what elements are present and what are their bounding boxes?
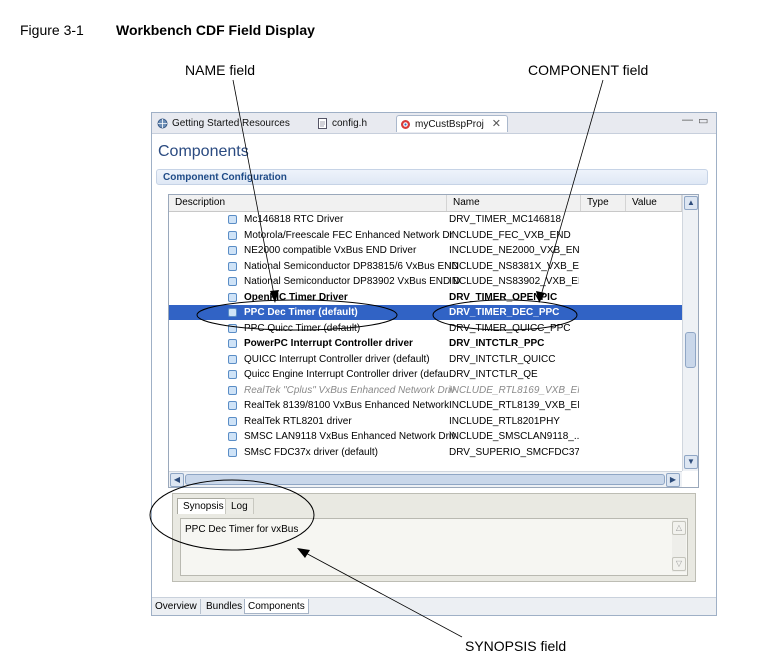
name-cell: INCLUDE_FEC_VXB_END	[449, 229, 571, 241]
table-row[interactable]: National Semiconductor DP83902 VxBus END…	[169, 274, 682, 289]
name-cell: DRV_TIMER_MC146818	[449, 214, 562, 225]
vertical-scrollbar[interactable]: ▲ ▼	[682, 195, 698, 471]
figure-number: Figure 3-1	[20, 22, 84, 38]
scrollbar-thumb[interactable]	[685, 332, 696, 368]
description-cell: SMSC LAN9118 VxBus Enhanced Network Driv	[244, 431, 457, 442]
table-row[interactable]: PPC Quicc Timer (default) DRV_TIMER_QUICC…	[169, 321, 682, 336]
name-field-callout: NAME field	[185, 62, 256, 78]
details-panel: Synopsis Log PPC Dec Timer for vxBus △ ▽	[172, 493, 696, 582]
tab-overview[interactable]: Overview	[152, 599, 201, 614]
editor-page-tabs: Overview Bundles Components	[152, 597, 716, 615]
name-cell: DRV_INTCTLR_PPC	[449, 338, 545, 349]
description-cell: National Semiconductor DP83815/6 VxBus E…	[244, 260, 459, 272]
figure-title: Workbench CDF Field Display	[116, 22, 315, 38]
tab-getting-started[interactable]: Getting Started Resources	[154, 115, 312, 132]
scroll-right-icon[interactable]: ▶	[666, 473, 680, 487]
column-header-value[interactable]: Value	[626, 195, 682, 211]
description-cell: PowerPC Interrupt Controller driver	[244, 338, 413, 349]
description-cell: Mc146818 RTC Driver	[244, 214, 344, 225]
table-row[interactable]: Quicc Engine Interrupt Controller driver…	[169, 367, 682, 382]
globe-icon	[157, 118, 168, 129]
editor-tab-bar: Getting Started Resources config.h myCus…	[152, 113, 716, 134]
table-row[interactable]: Mc146818 RTC Driver DRV_TIMER_MC146818	[169, 212, 682, 227]
description-cell: QUICC Interrupt Controller driver (defau…	[244, 353, 430, 365]
name-cell: INCLUDE_NE2000_VXB_END	[449, 245, 579, 256]
table-row[interactable]: National Semiconductor DP83815/6 VxBus E…	[169, 259, 682, 274]
table-row[interactable]: RealTek RTL8201 driver INCLUDE_RTL8201PHY	[169, 414, 682, 429]
column-header-type[interactable]: Type	[581, 195, 626, 211]
description-cell: National Semiconductor DP83902 VxBus END…	[244, 276, 461, 287]
section-header[interactable]: Component Configuration	[156, 169, 708, 185]
description-cell: RealTek "Cplus" VxBus Enhanced Network D…	[244, 384, 456, 396]
tab-label: config.h	[332, 118, 368, 129]
name-cell: DRV_TIMER_QUICC_PPC	[449, 322, 571, 334]
name-cell: INCLUDE_NS8381X_VXB_END	[449, 260, 579, 272]
table-row[interactable]: OpenPIC Timer Driver DRV_TIMER_OPENPIC	[169, 290, 682, 305]
project-icon	[401, 120, 410, 129]
description-cell: NE2000 compatible VxBus END Driver	[244, 245, 417, 256]
column-header-description[interactable]: Description	[169, 195, 447, 211]
description-cell: RealTek RTL8201 driver	[244, 415, 352, 427]
horizontal-scrollbar[interactable]: ◀ ▶	[169, 471, 682, 487]
scroll-up-icon[interactable]: △	[672, 521, 686, 535]
tab-label: Getting Started Resources	[172, 118, 290, 129]
name-cell: DRV_TIMER_DEC_PPC	[449, 307, 560, 318]
table-row[interactable]: Motorola/Freescale FEC Enhanced Network …	[169, 228, 682, 243]
name-cell: INCLUDE_SMSCLAN9118_...	[449, 431, 579, 442]
scroll-left-icon[interactable]: ◀	[170, 473, 184, 487]
components-table: Description Name Type Value Mc146818 RTC…	[168, 194, 699, 488]
scroll-down-icon[interactable]: ▽	[672, 557, 686, 571]
scroll-down-icon[interactable]: ▼	[684, 455, 698, 469]
name-cell: DRV_SUPERIO_SMCFDC37X	[449, 446, 579, 458]
minimize-icon[interactable]: —	[682, 114, 693, 126]
file-icon	[318, 118, 327, 129]
component-field-callout: COMPONENT field	[528, 62, 649, 78]
table-row[interactable]: SMSC LAN9118 VxBus Enhanced Network Driv…	[169, 429, 682, 444]
description-cell: OpenPIC Timer Driver	[244, 291, 348, 303]
name-cell: INCLUDE_RTL8139_VXB_END	[449, 400, 579, 411]
table-row-selected[interactable]: PPC Dec Timer (default) DRV_TIMER_DEC_PPC	[169, 305, 682, 320]
name-cell: INCLUDE_RTL8169_VXB_END	[449, 384, 579, 396]
tab-components[interactable]: Components	[244, 599, 309, 614]
description-cell: Quicc Engine Interrupt Controller driver…	[244, 369, 449, 380]
maximize-icon[interactable]: ▭	[698, 114, 708, 127]
name-cell: DRV_INTCTLR_QE	[449, 369, 538, 380]
table-row[interactable]: RealTek 8139/8100 VxBus Enhanced Network…	[169, 398, 682, 413]
description-cell: PPC Quicc Timer (default)	[244, 322, 361, 334]
column-header-name[interactable]: Name	[447, 195, 581, 211]
table-row[interactable]: SMsC FDC37x driver (default) DRV_SUPERIO_…	[169, 445, 682, 460]
synopsis-field-callout: SYNOPSIS field	[465, 638, 567, 654]
workbench-window: Getting Started Resources config.h myCus…	[151, 112, 717, 616]
tab-synopsis[interactable]: Synopsis	[177, 498, 230, 514]
description-cell: RealTek 8139/8100 VxBus Enhanced Network	[244, 400, 450, 411]
name-cell: INCLUDE_NS83902_VXB_END	[449, 276, 579, 287]
scrollbar-thumb[interactable]	[185, 474, 665, 485]
name-cell: INCLUDE_RTL8201PHY	[449, 415, 560, 427]
description-cell: SMsC FDC37x driver (default)	[244, 446, 378, 458]
synopsis-scrollbar[interactable]: △ ▽	[672, 520, 686, 572]
page-title: Components	[158, 143, 249, 160]
table-row[interactable]: PowerPC Interrupt Controller driver DRV_I…	[169, 336, 682, 351]
table-row[interactable]: NE2000 compatible VxBus END Driver INCLUD…	[169, 243, 682, 258]
synopsis-box[interactable]: PPC Dec Timer for vxBus △ ▽	[180, 518, 688, 576]
table-row[interactable]: QUICC Interrupt Controller driver (defau…	[169, 352, 682, 367]
description-cell: Motorola/Freescale FEC Enhanced Network …	[244, 229, 453, 241]
description-cell: PPC Dec Timer (default)	[244, 307, 358, 318]
name-cell: DRV_INTCTLR_QUICC	[449, 353, 556, 365]
tab-bundles[interactable]: Bundles	[203, 599, 247, 614]
tab-label: myCustBspProj	[415, 119, 484, 130]
tab-config-h[interactable]: config.h	[314, 115, 394, 132]
table-row[interactable]: RealTek "Cplus" VxBus Enhanced Network D…	[169, 383, 682, 398]
tab-log[interactable]: Log	[225, 498, 254, 514]
synopsis-text: PPC Dec Timer for vxBus	[185, 524, 299, 535]
scroll-up-icon[interactable]: ▲	[684, 196, 698, 210]
table-header: Description Name Type Value	[169, 195, 682, 212]
tab-mycustbspproj[interactable]: myCustBspProj ✕	[396, 115, 508, 132]
name-cell: DRV_TIMER_OPENPIC	[449, 291, 558, 303]
close-icon[interactable]: ✕	[492, 116, 501, 133]
